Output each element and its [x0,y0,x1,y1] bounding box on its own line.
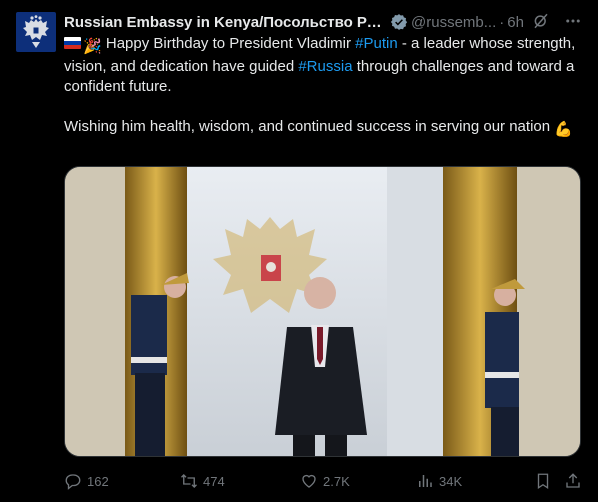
eagle-emblem-icon [23,15,49,48]
repost-button[interactable]: 474 [180,472,225,490]
repost-count: 474 [203,473,225,489]
flexed-biceps-emoji-icon: 💪 [554,121,573,138]
view-count: 34K [439,473,463,489]
tweet-text: 🎉 Happy Birthday to President Vladimir #… [64,34,582,140]
reply-icon [65,474,81,490]
avatar[interactable] [16,12,56,52]
tweet-actions: 162 474 2.7K 34K [64,470,582,492]
grok-icon[interactable] [532,12,550,30]
tweet-header: Russian Embassy in Kenya/Посольство Ро..… [64,12,582,32]
heart-icon [302,474,316,488]
tweet-photo[interactable] [64,166,581,457]
bookmark-button[interactable] [534,472,557,490]
bookmark-icon [537,473,549,490]
views-button[interactable]: 34K [416,472,462,490]
share-icon [566,473,580,488]
reply-button[interactable]: 162 [64,472,109,490]
author-handle[interactable]: @russemb... [411,14,496,31]
reply-count: 162 [87,473,109,489]
timestamp[interactable]: 6h [507,14,524,31]
like-count: 2.7K [323,473,350,489]
like-button[interactable]: 2.7K [300,472,350,490]
hashtag-putin[interactable]: #Putin [355,35,398,52]
verified-badge-icon [390,14,408,30]
tweet-text-part1: Happy Birthday to President Vladimir [105,35,351,52]
hashtag-russia[interactable]: #Russia [298,58,352,75]
author-name[interactable]: Russian Embassy in Kenya/Посольство Ро..… [64,14,386,31]
tweet-content: Russian Embassy in Kenya/Посольство Ро..… [64,12,582,140]
party-popper-emoji-icon: 🎉 [83,38,102,55]
tweet-text-part4: Wishing him health, wisdom, and continue… [64,118,551,135]
share-button[interactable] [564,472,587,490]
separator-dot: · [499,13,505,31]
tweet[interactable]: Russian Embassy in Kenya/Посольство Ро..… [0,0,598,502]
more-options-icon[interactable] [564,12,582,30]
photo-scene [65,167,580,456]
russia-flag-emoji-icon [64,37,81,49]
analytics-icon [419,475,432,487]
header-actions [532,12,582,30]
repost-icon [181,474,197,488]
